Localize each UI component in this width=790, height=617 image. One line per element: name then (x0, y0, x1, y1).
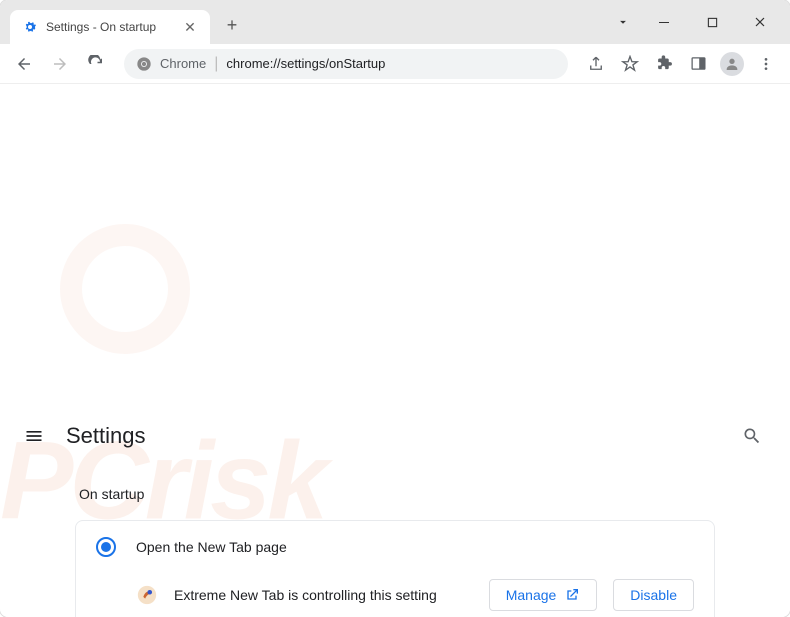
sidepanel-button[interactable] (682, 48, 714, 80)
tab-strip: Settings - On startup ✕ + (0, 0, 608, 44)
forward-button[interactable] (44, 48, 76, 80)
share-button[interactable] (580, 48, 612, 80)
tab-title: Settings - On startup (46, 20, 174, 34)
settings-header: Settings (0, 406, 790, 466)
search-button[interactable] (734, 418, 770, 454)
avatar-icon (720, 52, 744, 76)
reload-button[interactable] (80, 48, 112, 80)
manage-button[interactable]: Manage (489, 579, 598, 611)
toolbar-actions (580, 48, 782, 80)
browser-toolbar: Chrome | chrome://settings/onStartup (0, 44, 790, 84)
close-icon[interactable]: ✕ (182, 19, 198, 35)
browser-tab[interactable]: Settings - On startup ✕ (10, 10, 210, 44)
gear-icon (22, 19, 38, 35)
maximize-button[interactable] (690, 7, 734, 37)
extension-controlled-notice: Extreme New Tab is controlling this sett… (76, 573, 714, 617)
startup-section: On startup Open the New Tab page Extreme… (55, 486, 735, 617)
window-controls (608, 0, 790, 44)
disable-button[interactable]: Disable (613, 579, 694, 611)
menu-button[interactable] (750, 48, 782, 80)
page-content: PCrisk risk.com Settings On startup Open… (0, 84, 790, 617)
hamburger-menu-button[interactable] (20, 422, 48, 450)
radio-new-tab[interactable] (96, 537, 116, 557)
extensions-button[interactable] (648, 48, 680, 80)
page-title: Settings (66, 423, 716, 449)
chrome-icon (136, 56, 152, 72)
address-bar[interactable]: Chrome | chrome://settings/onStartup (124, 49, 568, 79)
url-separator: | (214, 55, 218, 73)
option-label: Open the New Tab page (136, 539, 287, 555)
controlled-text: Extreme New Tab is controlling this sett… (174, 587, 473, 603)
bookmark-button[interactable] (614, 48, 646, 80)
manage-label: Manage (506, 587, 557, 603)
close-window-button[interactable] (738, 7, 782, 37)
options-card: Open the New Tab page Extreme New Tab is… (75, 520, 715, 617)
url-text: chrome://settings/onStartup (226, 56, 385, 71)
profile-button[interactable] (716, 48, 748, 80)
back-button[interactable] (8, 48, 40, 80)
minimize-button[interactable] (642, 7, 686, 37)
tab-search-button[interactable] (608, 7, 638, 37)
watermark-circle (60, 224, 190, 354)
new-tab-button[interactable]: + (218, 11, 246, 39)
url-scheme-label: Chrome (160, 56, 206, 71)
window-titlebar: Settings - On startup ✕ + (0, 0, 790, 44)
extension-icon (136, 584, 158, 606)
disable-label: Disable (630, 587, 677, 603)
section-title: On startup (75, 486, 715, 502)
option-new-tab[interactable]: Open the New Tab page (76, 521, 714, 573)
external-link-icon (564, 587, 580, 603)
